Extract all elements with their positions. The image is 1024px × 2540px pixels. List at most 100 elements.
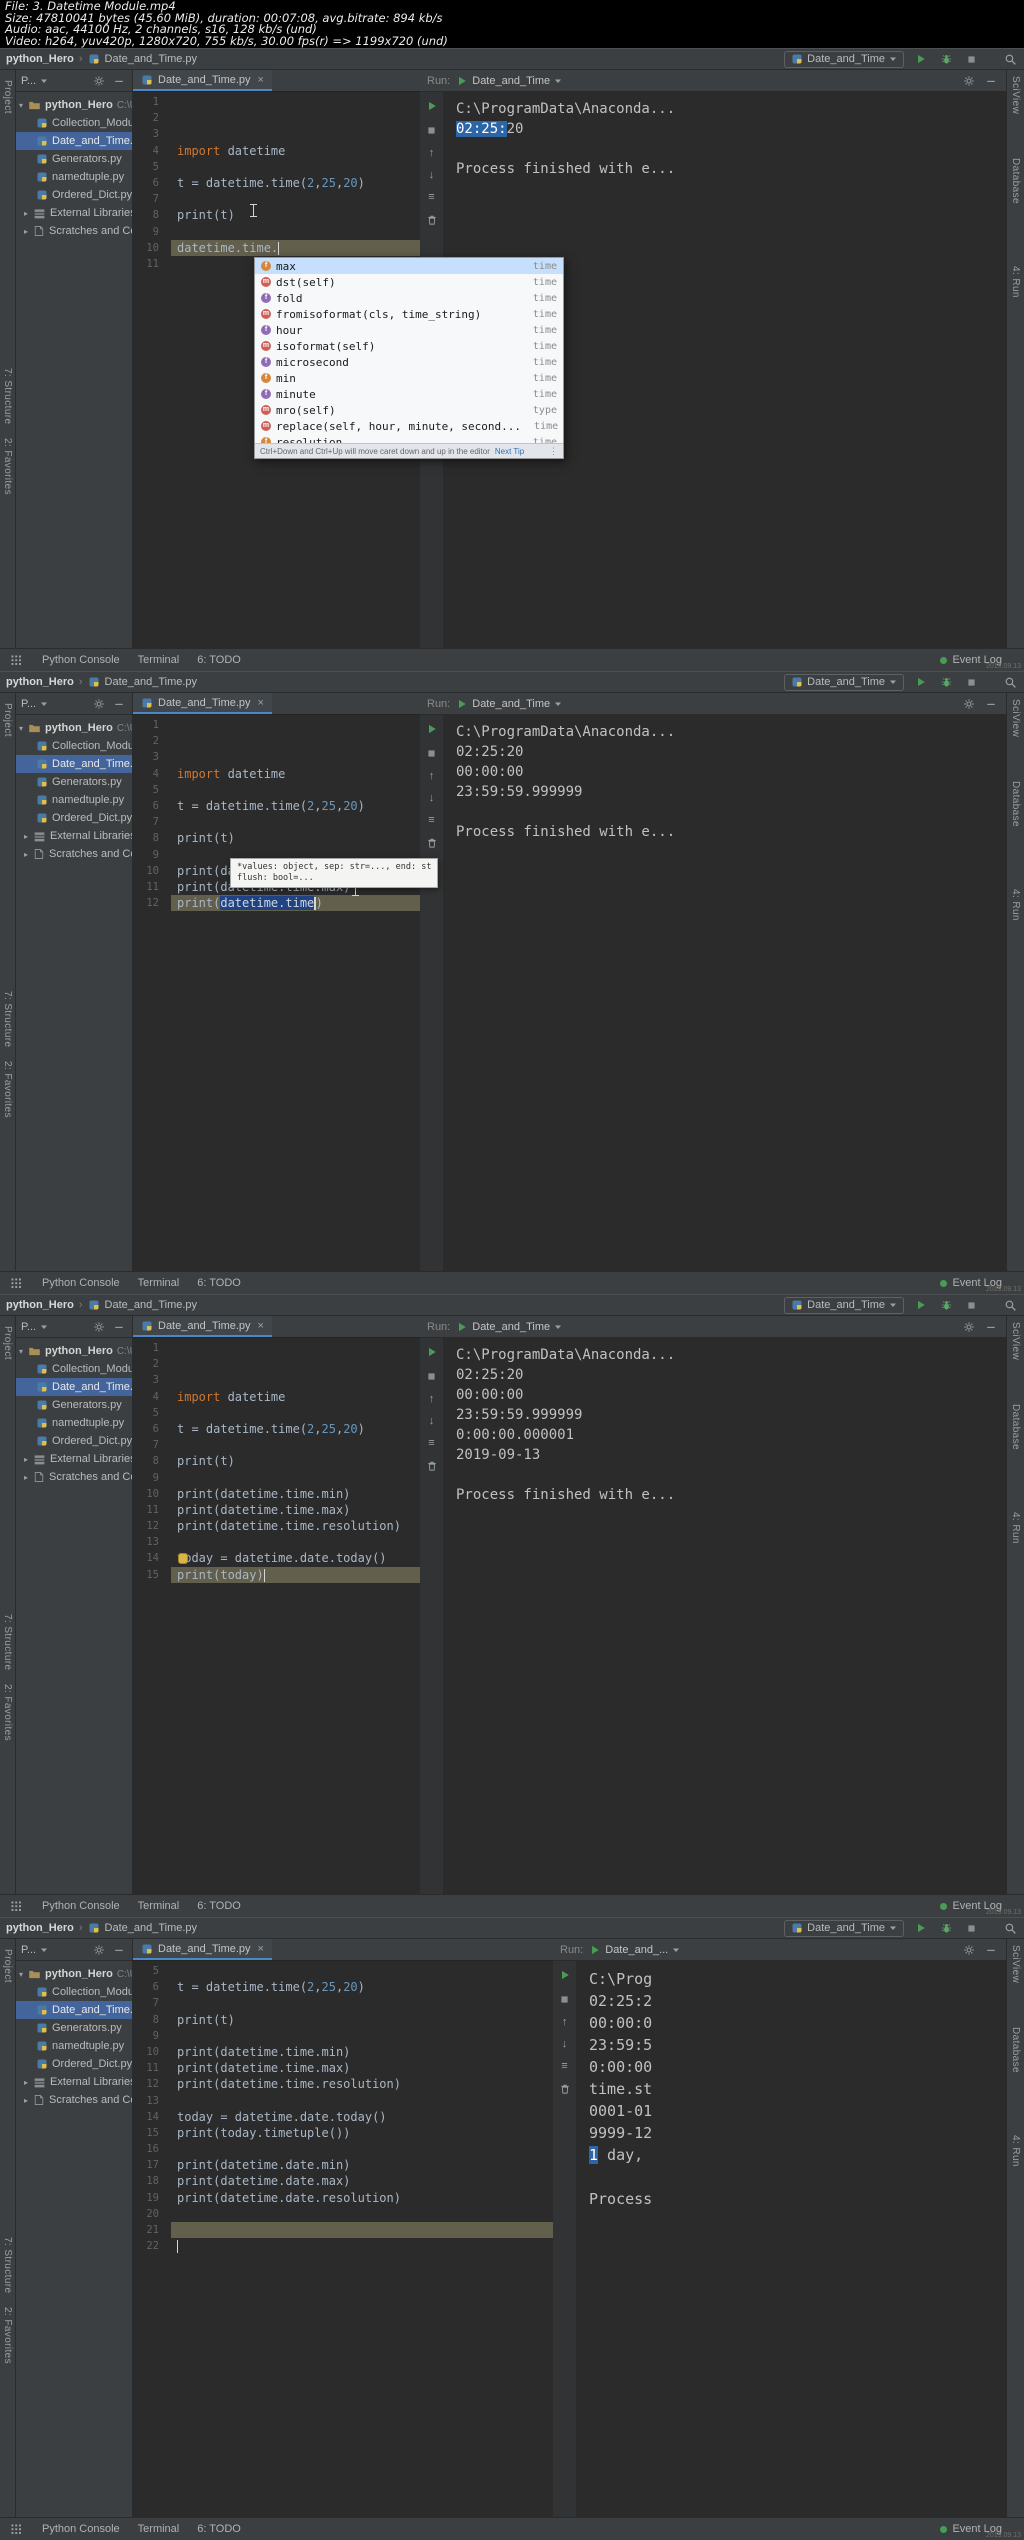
tool-button-database[interactable]: Database [1010, 158, 1021, 204]
tab-close-button[interactable]: × [258, 1943, 264, 1955]
clear-console-button[interactable] [557, 2081, 573, 2097]
run-config-select[interactable]: Date_and_Time [784, 673, 904, 691]
tree-item[interactable]: Ordered_Dict.py [16, 809, 132, 827]
stop-button[interactable] [963, 51, 979, 67]
stop-button[interactable] [557, 1991, 573, 2007]
chevron-collapsed-icon[interactable]: ▸ [24, 832, 33, 841]
breadcrumb-project[interactable]: python_Hero [6, 1299, 74, 1311]
hide-panel-button[interactable] [983, 73, 999, 89]
tree-item[interactable]: ▸ External Libraries [16, 2073, 132, 2091]
tool-button--structure[interactable]: 7: Structure [2, 991, 13, 1048]
chevron-collapsed-icon[interactable]: ▸ [24, 2096, 33, 2105]
tree-item[interactable]: Date_and_Time.py [16, 2001, 132, 2019]
next-tip-link[interactable]: Next Tip [495, 447, 524, 456]
completion-item[interactable]: m isoformat(self) time [255, 338, 563, 354]
tree-item[interactable]: Generators.py [16, 2019, 132, 2037]
rerun-button[interactable] [424, 98, 440, 114]
rerun-button[interactable] [424, 1344, 440, 1360]
settings-button[interactable] [91, 73, 107, 89]
clear-console-button[interactable] [424, 1458, 440, 1474]
breadcrumb-file[interactable]: Date_and_Time.py [105, 53, 198, 65]
code-editor[interactable]: 1 2 3 4 import datetime 5 6 t = datetime.time(2… [133, 1338, 420, 1894]
tree-item[interactable]: ▾ python_HeroC:\Use... [16, 1965, 132, 1983]
status-item-6-todo[interactable]: 6: TODO [197, 2523, 241, 2535]
tool-button--run[interactable]: 4: Run [1010, 266, 1021, 298]
tool-button-sciview[interactable]: SciView [1010, 1945, 1021, 1983]
tool-button-project[interactable]: Project [2, 1949, 13, 1983]
tool-button--run[interactable]: 4: Run [1010, 889, 1021, 921]
settings-button[interactable] [961, 1942, 977, 1958]
chevron-collapsed-icon[interactable]: ▸ [24, 1473, 33, 1482]
tool-button--structure[interactable]: 7: Structure [2, 368, 13, 425]
down-stack-button[interactable]: ↓ [558, 2037, 572, 2051]
tree-item[interactable]: Generators.py [16, 773, 132, 791]
tool-button-project[interactable]: Project [2, 80, 13, 114]
tool-window-switcher-button[interactable] [8, 1275, 24, 1291]
debug-button[interactable] [938, 51, 954, 67]
project-panel-title[interactable]: P... [21, 75, 36, 87]
tool-window-switcher-button[interactable] [8, 1898, 24, 1914]
down-stack-button[interactable]: ↓ [425, 168, 439, 182]
editor-tab[interactable]: Date_and_Time.py × [133, 1939, 272, 1960]
tree-item[interactable]: Collection_Modul... [16, 1983, 132, 2001]
editor-tab[interactable]: Date_and_Time.py × [133, 1316, 272, 1337]
chevron-collapsed-icon[interactable]: ▸ [24, 850, 33, 859]
completion-item[interactable]: m fromisoformat(cls, time_string) time [255, 306, 563, 322]
chevron-collapsed-icon[interactable]: ▸ [24, 209, 33, 218]
tree-item[interactable]: Collection_Modul... [16, 114, 132, 132]
run-button[interactable] [913, 51, 929, 67]
completion-item[interactable]: f hour time [255, 322, 563, 338]
run-config-select[interactable]: Date_and_Time [784, 1919, 904, 1937]
run-button[interactable] [913, 1297, 929, 1313]
run-tab[interactable]: Date_and_Time [456, 75, 562, 87]
tree-item[interactable]: Date_and_Time.py [16, 1378, 132, 1396]
debug-button[interactable] [938, 1920, 954, 1936]
editor-tab[interactable]: Date_and_Time.py × [133, 693, 272, 714]
stop-button[interactable] [963, 674, 979, 690]
tool-button-database[interactable]: Database [1010, 2027, 1021, 2073]
search-button[interactable] [1002, 1920, 1018, 1936]
run-config-select[interactable]: Date_and_Time [784, 1296, 904, 1314]
run-console[interactable]: C:\ProgramData\Anaconda... 02:25:20 00:00:… [444, 1338, 1006, 1894]
project-panel-title[interactable]: P... [21, 1321, 36, 1333]
code-editor[interactable]: 1 2 3 4 import datetime 5 6 t = datetime.time(2… [133, 715, 420, 1271]
rerun-button[interactable] [424, 721, 440, 737]
tree-item[interactable]: namedtuple.py [16, 791, 132, 809]
completion-item[interactable]: f microsecond time [255, 354, 563, 370]
breadcrumb-project[interactable]: python_Hero [6, 1922, 74, 1934]
clear-console-button[interactable] [424, 212, 440, 228]
settings-button[interactable] [961, 73, 977, 89]
settings-button[interactable] [961, 1319, 977, 1335]
up-stack-button[interactable]: ↑ [558, 2015, 572, 2029]
settings-button[interactable] [91, 1319, 107, 1335]
run-console[interactable]: C:\Prog 02:25:2 00:00:0 23:59:5 0:00:00 time.… [577, 1961, 1006, 2517]
hide-panel-button[interactable] [111, 1319, 127, 1335]
tree-item[interactable]: namedtuple.py [16, 1414, 132, 1432]
status-item-6-todo[interactable]: 6: TODO [197, 654, 241, 666]
completion-item[interactable]: f max time [255, 258, 563, 274]
editor-tab[interactable]: Date_and_Time.py × [133, 70, 272, 91]
tool-button--run[interactable]: 4: Run [1010, 2135, 1021, 2167]
tool-button-project[interactable]: Project [2, 703, 13, 737]
completion-item[interactable]: f fold time [255, 290, 563, 306]
tree-item[interactable]: Date_and_Time.py [16, 755, 132, 773]
stop-button[interactable] [424, 122, 440, 138]
settings-button[interactable] [91, 696, 107, 712]
tab-close-button[interactable]: × [258, 697, 264, 709]
status-item-6-todo[interactable]: 6: TODO [197, 1277, 241, 1289]
soft-wrap-button[interactable]: ≡ [425, 190, 439, 204]
hide-panel-button[interactable] [111, 73, 127, 89]
run-tab[interactable]: Date_and_... [589, 1944, 680, 1956]
completion-item[interactable]: f resolution time [255, 434, 563, 443]
clear-console-button[interactable] [424, 835, 440, 851]
status-item-python-console[interactable]: Python Console [42, 1277, 120, 1289]
search-button[interactable] [1002, 51, 1018, 67]
tree-item[interactable]: Generators.py [16, 150, 132, 168]
hide-panel-button[interactable] [111, 1942, 127, 1958]
tree-item[interactable]: namedtuple.py [16, 168, 132, 186]
tab-close-button[interactable]: × [258, 1320, 264, 1332]
tool-button--structure[interactable]: 7: Structure [2, 1614, 13, 1671]
status-item-python-console[interactable]: Python Console [42, 1900, 120, 1912]
rerun-button[interactable] [557, 1967, 573, 1983]
tool-button-sciview[interactable]: SciView [1010, 76, 1021, 114]
